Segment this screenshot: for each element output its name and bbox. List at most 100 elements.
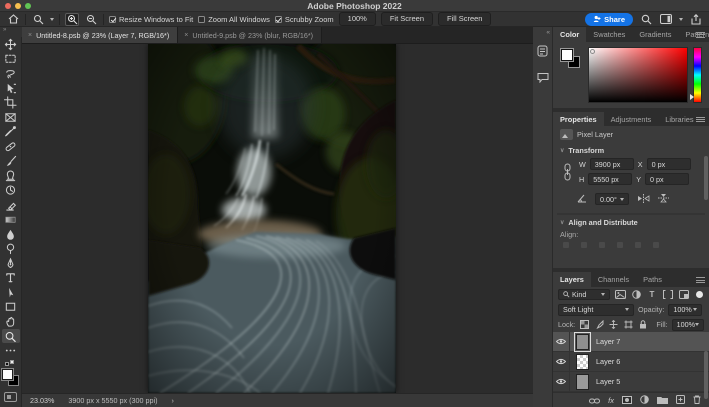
zoom-out-button[interactable] [84,13,98,26]
filter-toggle[interactable] [696,291,703,298]
layer-name[interactable]: Layer 7 [596,337,620,346]
tool-dodge[interactable] [2,241,20,256]
x-field[interactable]: 0 px [647,158,691,170]
align-section-header[interactable]: ∨Align and Distribute [553,215,709,229]
swap-colors-icon[interactable] [5,360,17,367]
tab-properties[interactable]: Properties [553,112,604,127]
layer-row-6[interactable]: Layer 6 [553,352,709,372]
tool-rectangle[interactable] [2,300,20,315]
panel-fg-bg-swatches[interactable] [559,47,583,102]
height-field[interactable]: 5550 px [588,173,632,185]
tool-brush[interactable] [2,154,20,169]
tool-lasso[interactable] [2,66,20,81]
y-field[interactable]: 0 px [645,173,689,185]
link-dimensions-icon[interactable] [560,158,574,185]
filter-pixel-layers-icon[interactable] [614,290,626,299]
filter-type-layers-icon[interactable]: T [646,290,658,299]
tab-color[interactable]: Color [553,27,586,42]
workspace-chevron-icon[interactable] [679,18,683,21]
search-icon[interactable] [639,13,653,26]
tool-eraser[interactable] [2,198,20,213]
visibility-eye-icon[interactable] [553,352,570,371]
tool-gradient[interactable] [2,212,20,227]
saturation-brightness-picker[interactable] [588,47,688,103]
blend-mode-dropdown[interactable]: Soft Light [558,304,634,316]
zoom-all-windows-checkbox[interactable]: Zoom All Windows [198,15,270,24]
tab-layers[interactable]: Layers [553,272,591,287]
foreground-color-swatch[interactable] [2,369,13,380]
zoom-100-button[interactable]: 100% [339,12,376,26]
layer-thumbnail[interactable] [576,334,589,350]
hue-slider-marker[interactable] [690,94,694,100]
tool-spot-healing[interactable] [2,139,20,154]
layer-name[interactable]: Layer 5 [596,377,620,386]
scrubby-zoom-checkbox[interactable]: Scrubby Zoom [275,15,334,24]
width-field[interactable]: 3900 px [590,158,634,170]
delete-layer-trash-icon[interactable] [693,391,701,407]
lock-transparency-icon[interactable] [579,320,590,329]
tool-blur[interactable] [2,227,20,242]
layer-thumbnail[interactable] [576,374,589,390]
flip-horizontal-icon[interactable] [637,190,650,208]
layer-row-5[interactable]: Layer 5 [553,372,709,392]
resize-windows-to-fit-checkbox[interactable]: Resize Windows to Fit [109,15,193,24]
tool-history-brush[interactable] [2,183,20,198]
learn-panel-icon[interactable] [537,44,548,62]
hue-slider[interactable] [693,47,702,103]
tool-zoom[interactable] [2,329,20,344]
close-tab-icon[interactable]: × [184,32,188,39]
panel-menu-icon[interactable] [696,32,705,38]
adjustment-layer-icon[interactable] [640,391,649,407]
color-picker-cursor[interactable] [590,49,595,54]
tool-marquee[interactable] [2,52,20,67]
tool-move[interactable] [2,37,20,52]
lock-pixels-icon[interactable] [594,320,605,329]
lock-artboard-icon[interactable] [623,320,634,329]
zoom-in-button[interactable] [65,13,79,26]
document-tab-untitled-9[interactable]: × Untitled-9.psb @ 23% (blur, RGB/16*) [178,27,322,43]
comments-panel-icon[interactable] [537,70,549,88]
lock-all-icon[interactable] [638,320,649,329]
foreground-color-swatch[interactable] [561,49,573,61]
status-chevron-icon[interactable]: › [172,396,174,405]
tool-object-selection[interactable] [2,81,20,96]
tab-libraries[interactable]: Libraries [658,112,700,127]
visibility-eye-icon[interactable] [553,372,570,391]
tool-clone-stamp[interactable] [2,168,20,183]
expand-panels-chevron[interactable]: « [546,29,550,36]
tool-path-selection[interactable] [2,285,20,300]
zoom-tool-preset-icon[interactable] [31,13,45,26]
canvas-area[interactable] [22,44,533,393]
new-group-folder-icon[interactable] [657,391,668,407]
tool-preset-chevron-icon[interactable] [50,18,54,21]
toolbar-collapse-chevron[interactable]: » [0,27,22,37]
filter-kind-dropdown[interactable]: Kind [558,289,610,300]
filter-adjustment-layers-icon[interactable] [630,290,642,299]
tool-type[interactable] [2,271,20,286]
filter-smart-objects-icon[interactable] [678,290,690,299]
fit-screen-button[interactable]: Fit Screen [381,12,433,26]
add-layer-mask-icon[interactable] [622,391,632,407]
tab-adjustments[interactable]: Adjustments [604,112,659,127]
tool-hand[interactable] [2,314,20,329]
panel-menu-icon[interactable] [696,117,705,123]
tool-pen[interactable] [2,256,20,271]
opacity-dropdown[interactable]: 100% [668,304,702,316]
layers-scrollbar[interactable] [704,351,708,399]
tab-paths[interactable]: Paths [636,272,669,287]
tool-frame[interactable] [2,110,20,125]
tab-channels[interactable]: Channels [591,272,636,287]
fill-dropdown[interactable]: 100% [672,319,704,331]
layer-name[interactable]: Layer 6 [596,357,620,366]
new-layer-icon[interactable] [676,391,685,407]
layer-thumbnail[interactable] [576,354,589,370]
visibility-eye-icon[interactable] [553,332,570,351]
tool-ellipsis[interactable] [2,343,20,358]
zoom-level-field[interactable]: 23.03% [30,396,54,405]
foreground-background-swatches[interactable] [2,369,19,386]
rotation-angle-field[interactable]: 0.00° [595,193,629,205]
filter-shape-layers-icon[interactable] [662,290,674,299]
document-tab-untitled-8[interactable]: × Untitled-8.psb @ 23% (Layer 7, RGB/16*… [22,27,178,43]
layer-styles-fx-icon[interactable]: fx [608,396,614,405]
fill-screen-button[interactable]: Fill Screen [438,12,491,26]
